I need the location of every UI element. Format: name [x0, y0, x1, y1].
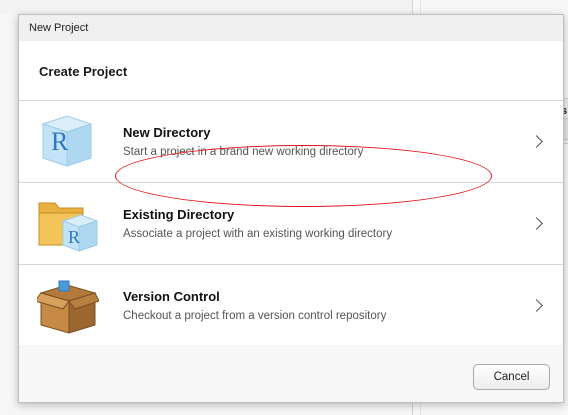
option-existing-directory[interactable]: R Existing Directory Associate a project…	[19, 183, 563, 265]
option-new-directory[interactable]: R New Directory Start a project in a bra…	[19, 101, 563, 183]
option-title: Existing Directory	[123, 207, 235, 222]
chevron-right-icon	[530, 299, 543, 312]
option-title: Version Control	[123, 289, 220, 304]
option-description: Associate a project with an existing wor…	[123, 228, 393, 240]
svg-text:R: R	[68, 227, 80, 247]
box-icon	[37, 280, 99, 334]
option-title: New Directory	[123, 125, 211, 140]
background-toolbar	[0, 0, 413, 14]
option-description: Checkout a project from a version contro…	[123, 310, 387, 322]
option-version-control[interactable]: Version Control Checkout a project from …	[19, 265, 563, 347]
page-title: Create Project	[39, 64, 128, 79]
chevron-right-icon	[530, 217, 543, 230]
svg-text:R: R	[51, 127, 69, 156]
dialog-titlebar: New Project	[19, 15, 563, 42]
dialog-footer: Cancel	[19, 345, 563, 402]
dialog-title: New Project	[29, 22, 89, 34]
option-description: Start a project in a brand new working d…	[123, 146, 364, 158]
r-cube-icon: R	[41, 115, 93, 167]
dialog-header: Create Project	[19, 41, 563, 101]
new-project-dialog: New Project Create Project R New Directo…	[18, 14, 564, 403]
folder-r-icon: R	[38, 202, 99, 252]
chevron-right-icon	[530, 135, 543, 148]
cancel-button[interactable]: Cancel	[473, 364, 550, 390]
